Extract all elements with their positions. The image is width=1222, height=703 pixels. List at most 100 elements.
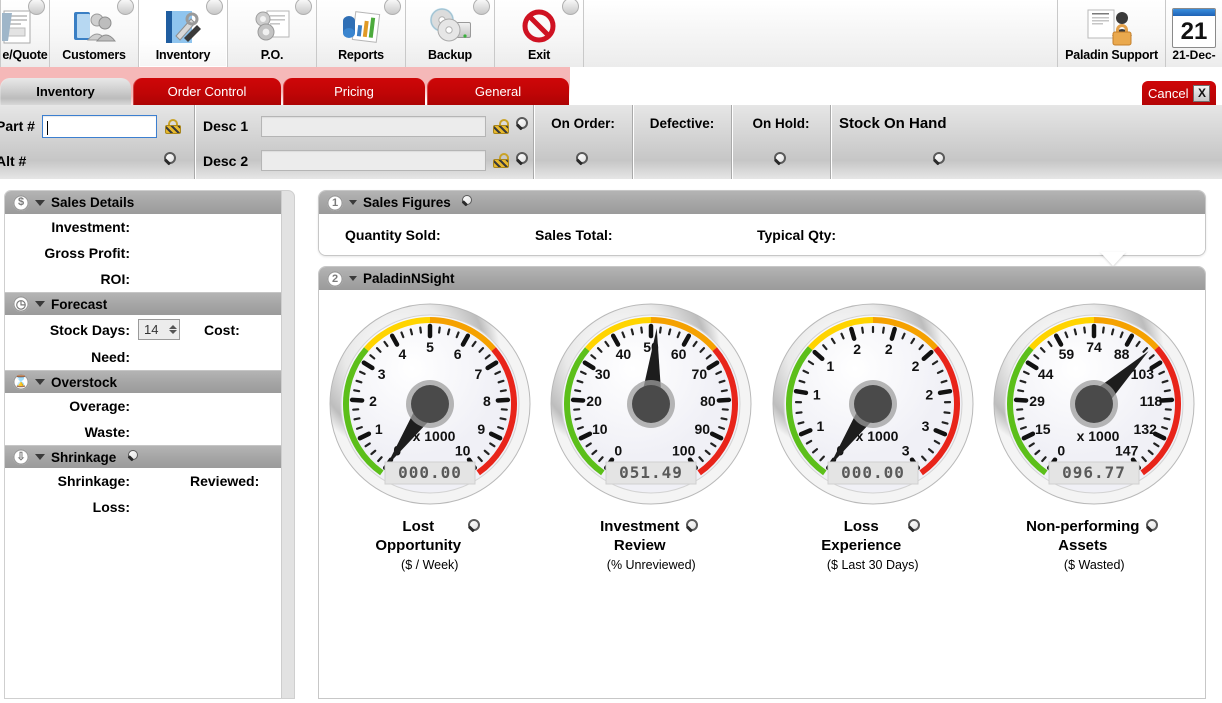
- chevron-down-icon[interactable]: [349, 200, 357, 205]
- toolbar-badge: [473, 0, 490, 15]
- toolbar-button-customers[interactable]: Customers: [50, 0, 139, 67]
- row-investment: Investment:: [5, 214, 294, 240]
- toolbar-badge: [117, 0, 134, 15]
- dollar-icon: $: [13, 195, 29, 211]
- close-icon[interactable]: X: [1193, 85, 1210, 102]
- toolbar-button-exit[interactable]: Exit: [495, 0, 584, 67]
- desc1-input[interactable]: [261, 116, 486, 137]
- chevron-down-icon[interactable]: [349, 276, 357, 281]
- cancel-label: Cancel: [1148, 86, 1188, 101]
- toolbar-button-inventory[interactable]: Inventory: [139, 0, 228, 67]
- stock-days-stepper[interactable]: 14: [138, 319, 180, 340]
- svg-text:3: 3: [902, 443, 910, 459]
- gauge-subtitle: ($ Wasted): [1064, 558, 1125, 572]
- sales-details-body: Investment: Gross Profit: ROI:: [5, 214, 294, 292]
- sales-total-label: Sales Total:: [535, 227, 757, 243]
- on-hold-label: On Hold:: [753, 116, 810, 131]
- lock-icon[interactable]: [165, 119, 181, 134]
- sales-figures-header[interactable]: 1 Sales Figures: [319, 191, 1205, 214]
- investment-label: Investment:: [5, 219, 130, 235]
- gauge-title: Non-performing Assets: [1026, 517, 1162, 555]
- row-stock-days: Stock Days: 14 Cost:: [5, 315, 294, 344]
- tab-label: Inventory: [36, 84, 95, 99]
- gauge-title-line1: Loss: [844, 518, 879, 535]
- gauge-dial: 0102030405060708090100051.49: [549, 302, 753, 506]
- gauge-dial: 0152944597488103118132147x 1000096.77: [992, 302, 1196, 506]
- gauge-search-icon[interactable]: [1144, 519, 1162, 537]
- step-number-badge: 1: [327, 195, 343, 211]
- sidebar-section-sales-details[interactable]: $ Sales Details: [5, 191, 294, 214]
- toolbar-button-reports[interactable]: Reports: [317, 0, 406, 67]
- sidebar-section-title: Sales Details: [51, 195, 134, 210]
- reviewed-label: Reviewed:: [190, 473, 259, 489]
- toolbar-button-backup[interactable]: Backup: [406, 0, 495, 67]
- row-waste: Waste:: [5, 419, 294, 445]
- tab-inventory[interactable]: Inventory: [0, 78, 131, 105]
- toolbar-label: Exit: [528, 48, 550, 67]
- sales-figures-search-icon[interactable]: [460, 195, 475, 210]
- chevron-down-icon[interactable]: [35, 379, 45, 385]
- paladin-nsight-panel: 2 PaladinNSight 012345678910x 1000000.00…: [318, 266, 1206, 699]
- calendar-day: 21: [1173, 16, 1215, 47]
- toolbar-button-paladin-support[interactable]: Paladin Support: [1058, 0, 1166, 67]
- tab-label: Order Control: [168, 84, 247, 99]
- toolbar-calendar[interactable]: 21 21-Dec-: [1166, 0, 1222, 67]
- paladin-nsight-header[interactable]: 2 PaladinNSight: [319, 267, 1205, 290]
- svg-text:15: 15: [1035, 421, 1051, 437]
- sidebar-section-shrinkage[interactable]: ⇩ Shrinkage: [5, 445, 294, 468]
- unlock-icon-desc2[interactable]: [493, 153, 509, 168]
- gauge-search-icon[interactable]: [466, 519, 484, 537]
- svg-text:3: 3: [378, 366, 386, 382]
- hourglass-icon: ⌛: [13, 374, 29, 390]
- gauge-row: 012345678910x 1000000.00 Lost Opportunit…: [319, 290, 1205, 572]
- row-loss: Loss:: [5, 494, 294, 520]
- sidebar-section-overstock[interactable]: ⌛ Overstock: [5, 370, 294, 393]
- svg-text:29: 29: [1030, 393, 1046, 409]
- chevron-down-icon[interactable]: [35, 454, 45, 460]
- stock-on-hand-segment: Stock On Hand: [831, 105, 1222, 179]
- sidebar-section-forecast[interactable]: ◷ Forecast: [5, 292, 294, 315]
- tab-order-control[interactable]: Order Control: [133, 78, 281, 105]
- desc2-input[interactable]: [261, 150, 486, 171]
- on-order-search-icon[interactable]: [574, 152, 592, 170]
- gauge-title: Investment Review: [600, 517, 702, 555]
- svg-text:1: 1: [813, 387, 821, 403]
- chevron-down-icon[interactable]: [35, 200, 45, 206]
- svg-text:44: 44: [1038, 366, 1054, 382]
- desc1-search-icon[interactable]: [514, 117, 532, 135]
- on-order-label: On Order:: [551, 116, 615, 131]
- toolbar-button-po[interactable]: P.O.: [228, 0, 317, 67]
- gauge-search-icon[interactable]: [684, 519, 702, 537]
- svg-text:2: 2: [925, 387, 933, 403]
- stock-on-hand-search-icon[interactable]: [931, 152, 949, 170]
- desc2-search-icon[interactable]: [514, 152, 532, 170]
- part-number-input[interactable]: [42, 115, 157, 138]
- svg-text:2: 2: [369, 393, 377, 409]
- svg-text:10: 10: [455, 443, 471, 459]
- alt-number-search-icon[interactable]: [162, 152, 180, 170]
- gauge-cell: 0102030405060708090100051.49 Investment …: [541, 302, 763, 572]
- toolbar-button-equote[interactable]: e/Quote: [0, 0, 50, 67]
- secure-lock-icon: [1080, 8, 1144, 48]
- tab-pricing[interactable]: Pricing: [283, 78, 425, 105]
- gross-profit-label: Gross Profit:: [5, 245, 130, 261]
- calendar-date-label: 21-Dec-: [1172, 48, 1215, 67]
- toolbar-label: e/Quote: [2, 48, 47, 67]
- cancel-button[interactable]: Cancel X: [1142, 81, 1216, 105]
- clock-icon: ◷: [13, 296, 29, 312]
- tab-general[interactable]: General: [427, 78, 569, 105]
- tab-label: Pricing: [334, 84, 374, 99]
- overstock-body: Overage: Waste:: [5, 393, 294, 445]
- unlock-icon-desc1[interactable]: [493, 119, 509, 134]
- svg-text:118: 118: [1140, 393, 1163, 409]
- on-hold-segment: On Hold:: [732, 105, 831, 179]
- on-hold-search-icon[interactable]: [772, 152, 790, 170]
- sidebar-scrollbar[interactable]: [281, 191, 294, 699]
- toolbar-badge: [562, 0, 579, 15]
- gauge-title-line2: Opportunity: [375, 537, 461, 554]
- chevron-down-icon[interactable]: [35, 301, 45, 307]
- svg-text:000.00: 000.00: [841, 463, 905, 482]
- tab-label: General: [475, 84, 521, 99]
- shrinkage-search-icon[interactable]: [126, 450, 141, 465]
- gauge-search-icon[interactable]: [906, 519, 924, 537]
